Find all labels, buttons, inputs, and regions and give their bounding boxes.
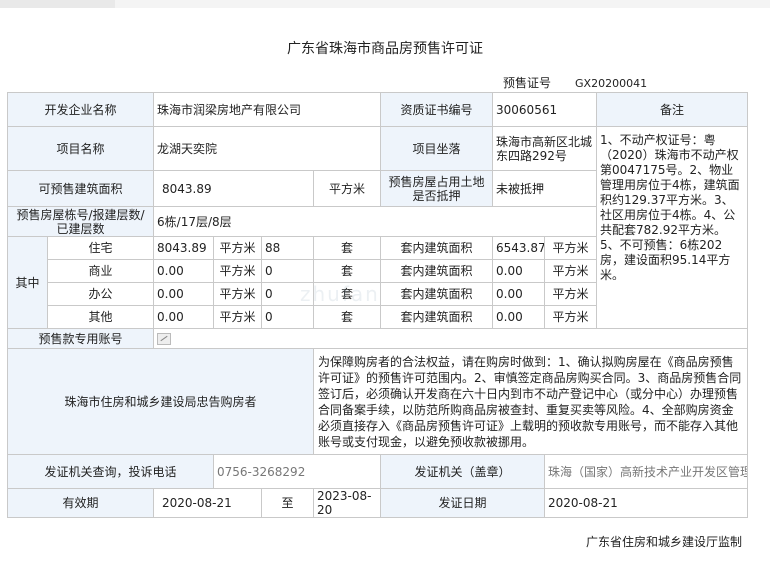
issuer-value: 珠海（国家）高新技术产业开发区管理委员会 — [544, 454, 749, 489]
row-escrow: 预售款专用账号 — [6, 328, 749, 349]
permit-number-value: GX20200041 — [575, 77, 648, 90]
usage-area-unit: 平方米 — [213, 282, 263, 306]
issue-date-label: 发证日期 — [380, 488, 546, 518]
land-mortgage-value: 未被抵押 — [492, 170, 598, 207]
row-validity: 有效期 2020-08-21 至 2023-08-20 发证日期 2020-08… — [6, 488, 749, 518]
usage-area: 0.00 — [153, 282, 215, 306]
project-location-value: 珠海市高新区北城东四路292号 — [492, 126, 598, 171]
watermark-text: zhufan — [300, 282, 380, 306]
row-advice: 珠海市住房和城乡建设局忠告购房者 为保障购房者的合法权益，请在购房时做到：1、确… — [6, 348, 749, 455]
valid-from: 2020-08-21 — [153, 488, 263, 518]
usage-area: 8043.89 — [153, 236, 215, 260]
usage-sets-unit: 套 — [313, 236, 382, 260]
usage-inner-unit: 平方米 — [544, 305, 598, 329]
valid-to: 2023-08-20 — [313, 488, 382, 518]
usage-inner-unit: 平方米 — [544, 282, 598, 306]
usage-inner-label: 套内建筑面积 — [380, 305, 494, 329]
usage-type: 商业 — [46, 259, 155, 283]
usage-inner-label: 套内建筑面积 — [380, 282, 494, 306]
permit-number: 预售证号 GX20200041 — [503, 74, 647, 91]
usage-inner-area: 0.00 — [492, 305, 546, 329]
phone-value: 0756-3268292 — [213, 454, 382, 489]
land-mortgage-label: 预售房屋占用土地是否抵押 — [380, 170, 494, 207]
usage-inner-area: 0.00 — [492, 259, 546, 283]
qualification-label: 资质证书编号 — [380, 92, 494, 127]
edit-pen-icon[interactable] — [157, 333, 172, 345]
row-project: 项目名称 龙湖天奕院 项目坐落 珠海市高新区北城东四路292号 1、不动产权证号… — [6, 126, 749, 329]
pre-sale-area-label: 可预售建筑面积 — [6, 170, 155, 207]
usage-sets-unit: 套 — [313, 305, 382, 329]
usage-type: 办公 — [46, 282, 155, 306]
usage-inner-area: 6543.87 — [492, 236, 546, 260]
browser-top-strip — [0, 0, 770, 8]
developer-value: 珠海市润梁房地产有限公司 — [153, 92, 382, 127]
of-which-label: 其中 — [7, 236, 48, 329]
usage-inner-area: 0.00 — [492, 282, 546, 306]
certificate-title: 广东省珠海市商品房预售许可证 — [287, 41, 483, 57]
usage-area-unit: 平方米 — [213, 259, 263, 283]
usage-type: 住宅 — [46, 236, 155, 260]
remarks-label: 备注 — [596, 92, 749, 127]
row-complaint: 发证机关查询，投诉电话 0756-3268292 发证机关（盖章） 珠海（国家）… — [6, 454, 749, 489]
pre-sale-area-unit: 平方米 — [313, 170, 382, 207]
usage-area-unit: 平方米 — [213, 305, 263, 329]
usage-inner-label: 套内建筑面积 — [380, 236, 494, 260]
usage-sets: 0 — [261, 259, 315, 283]
usage-type: 其他 — [46, 305, 155, 329]
validity-label: 有效期 — [6, 488, 155, 518]
footer-supervisor: 广东省住房和城乡建设厅监制 — [585, 535, 742, 549]
complaint-label: 发证机关查询，投诉电话 — [6, 454, 215, 489]
usage-inner-unit: 平方米 — [544, 236, 598, 260]
developer-label: 开发企业名称 — [6, 92, 155, 127]
browser-tab-strip — [0, 0, 115, 8]
usage-area-unit: 平方米 — [213, 236, 263, 260]
escrow-account-value — [153, 328, 749, 349]
issuer-label: 发证机关（盖章） — [380, 454, 546, 489]
advice-label: 珠海市住房和城乡建设局忠告购房者 — [6, 348, 315, 455]
buildings-value: 6栋/17层/8层 — [153, 206, 598, 237]
issue-date-value: 2020-08-21 — [544, 488, 749, 518]
escrow-account-label: 预售款专用账号 — [6, 328, 155, 349]
project-name-label: 项目名称 — [6, 126, 155, 171]
permit-number-label: 预售证号 — [503, 76, 552, 90]
row-developer: 开发企业名称 珠海市润梁房地产有限公司 资质证书编号 30060561 备注 — [6, 92, 749, 127]
validity-to-label: 至 — [261, 488, 315, 518]
usage-area: 0.00 — [153, 259, 215, 283]
qualification-value: 30060561 — [492, 92, 598, 127]
project-name-value: 龙湖天奕院 — [153, 126, 382, 171]
pre-sale-area-value: 8043.89 — [153, 170, 315, 207]
usage-inner-unit: 平方米 — [544, 259, 598, 283]
project-location-label: 项目坐落 — [380, 126, 494, 171]
usage-sets-unit: 套 — [313, 259, 382, 283]
usage-sets: 0 — [261, 305, 315, 329]
advice-text: 为保障购房者的合法权益，请在购房时做到：1、确认拟购房屋在《商品房预售许可证》的… — [313, 348, 749, 455]
buildings-label: 预售房屋栋号/报建层数/已建层数 — [6, 206, 155, 237]
usage-inner-label: 套内建筑面积 — [380, 259, 494, 283]
usage-sets: 88 — [261, 236, 315, 260]
usage-area: 0.00 — [153, 305, 215, 329]
remarks-value: 1、不动产权证号：粤（2020）珠海市不动产权第0047175号。2、物业管理用… — [596, 126, 749, 329]
